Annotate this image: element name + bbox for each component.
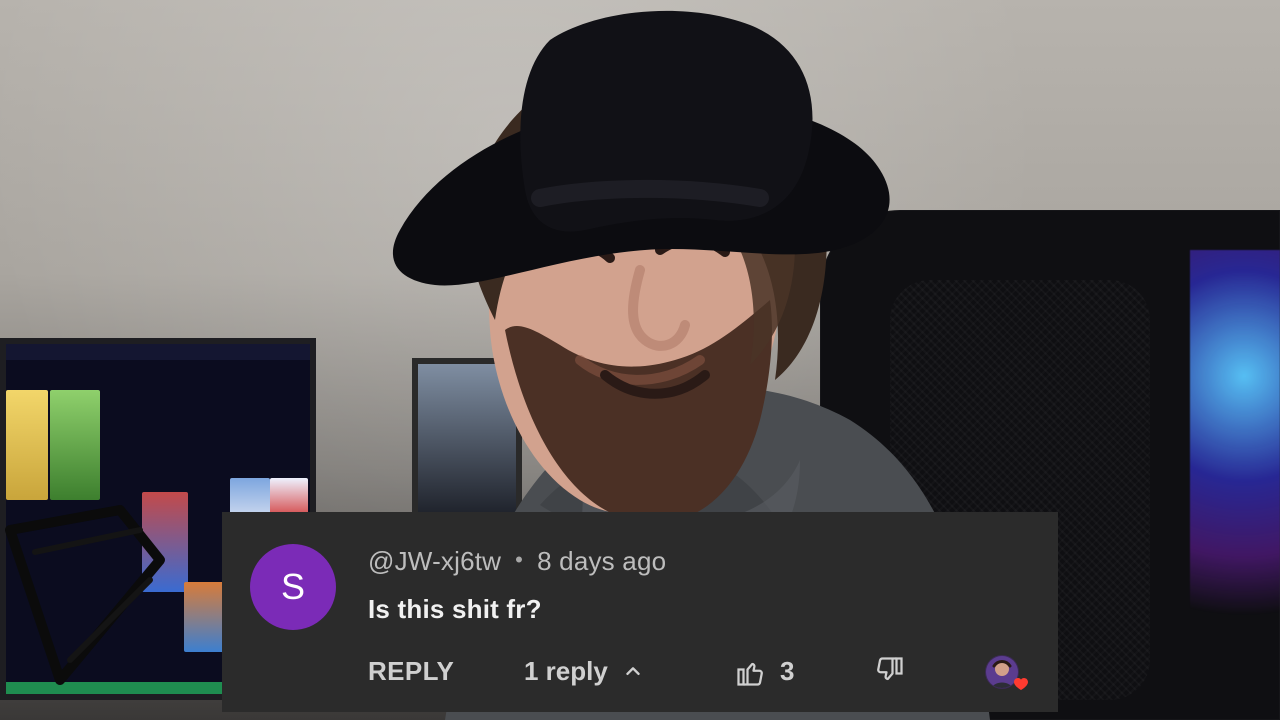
- like-button[interactable]: 3: [736, 656, 794, 687]
- thumbs-up-icon: [736, 657, 766, 687]
- monitor-top-bar: [6, 344, 310, 360]
- creator-avatar: [985, 655, 1028, 690]
- meta-separator: •: [515, 547, 524, 572]
- monitor-tile: [50, 390, 100, 500]
- comment-meta: @JW-xj6tw • 8 days ago: [368, 544, 666, 578]
- video-frame: S @JW-xj6tw • 8 days ago Is this shit fr…: [0, 0, 1280, 720]
- replies-toggle[interactable]: 1 reply: [524, 656, 644, 687]
- creator-heart[interactable]: [984, 654, 1028, 698]
- comment-actions: REPLY 1 reply 3: [368, 654, 1038, 698]
- time-ago: 8 days ago: [537, 545, 667, 576]
- dislike-button[interactable]: [874, 656, 904, 686]
- replies-count: 1 reply: [524, 656, 608, 686]
- thumbs-down-icon: [874, 656, 904, 686]
- chair-rgb-light: [1190, 250, 1280, 670]
- mic-arm: [5, 505, 165, 685]
- avatar-letter: S: [280, 566, 305, 607]
- heart-icon: [1014, 678, 1028, 690]
- chevron-up-icon: [622, 661, 644, 683]
- comment-overlay: S @JW-xj6tw • 8 days ago Is this shit fr…: [222, 512, 1058, 712]
- user-avatar[interactable]: S: [250, 544, 336, 630]
- reply-button[interactable]: REPLY: [368, 656, 454, 687]
- username[interactable]: @JW-xj6tw: [368, 546, 501, 577]
- comment-text: Is this shit fr?: [368, 594, 542, 624]
- likes-count: 3: [780, 656, 795, 686]
- monitor-tile: [6, 390, 48, 500]
